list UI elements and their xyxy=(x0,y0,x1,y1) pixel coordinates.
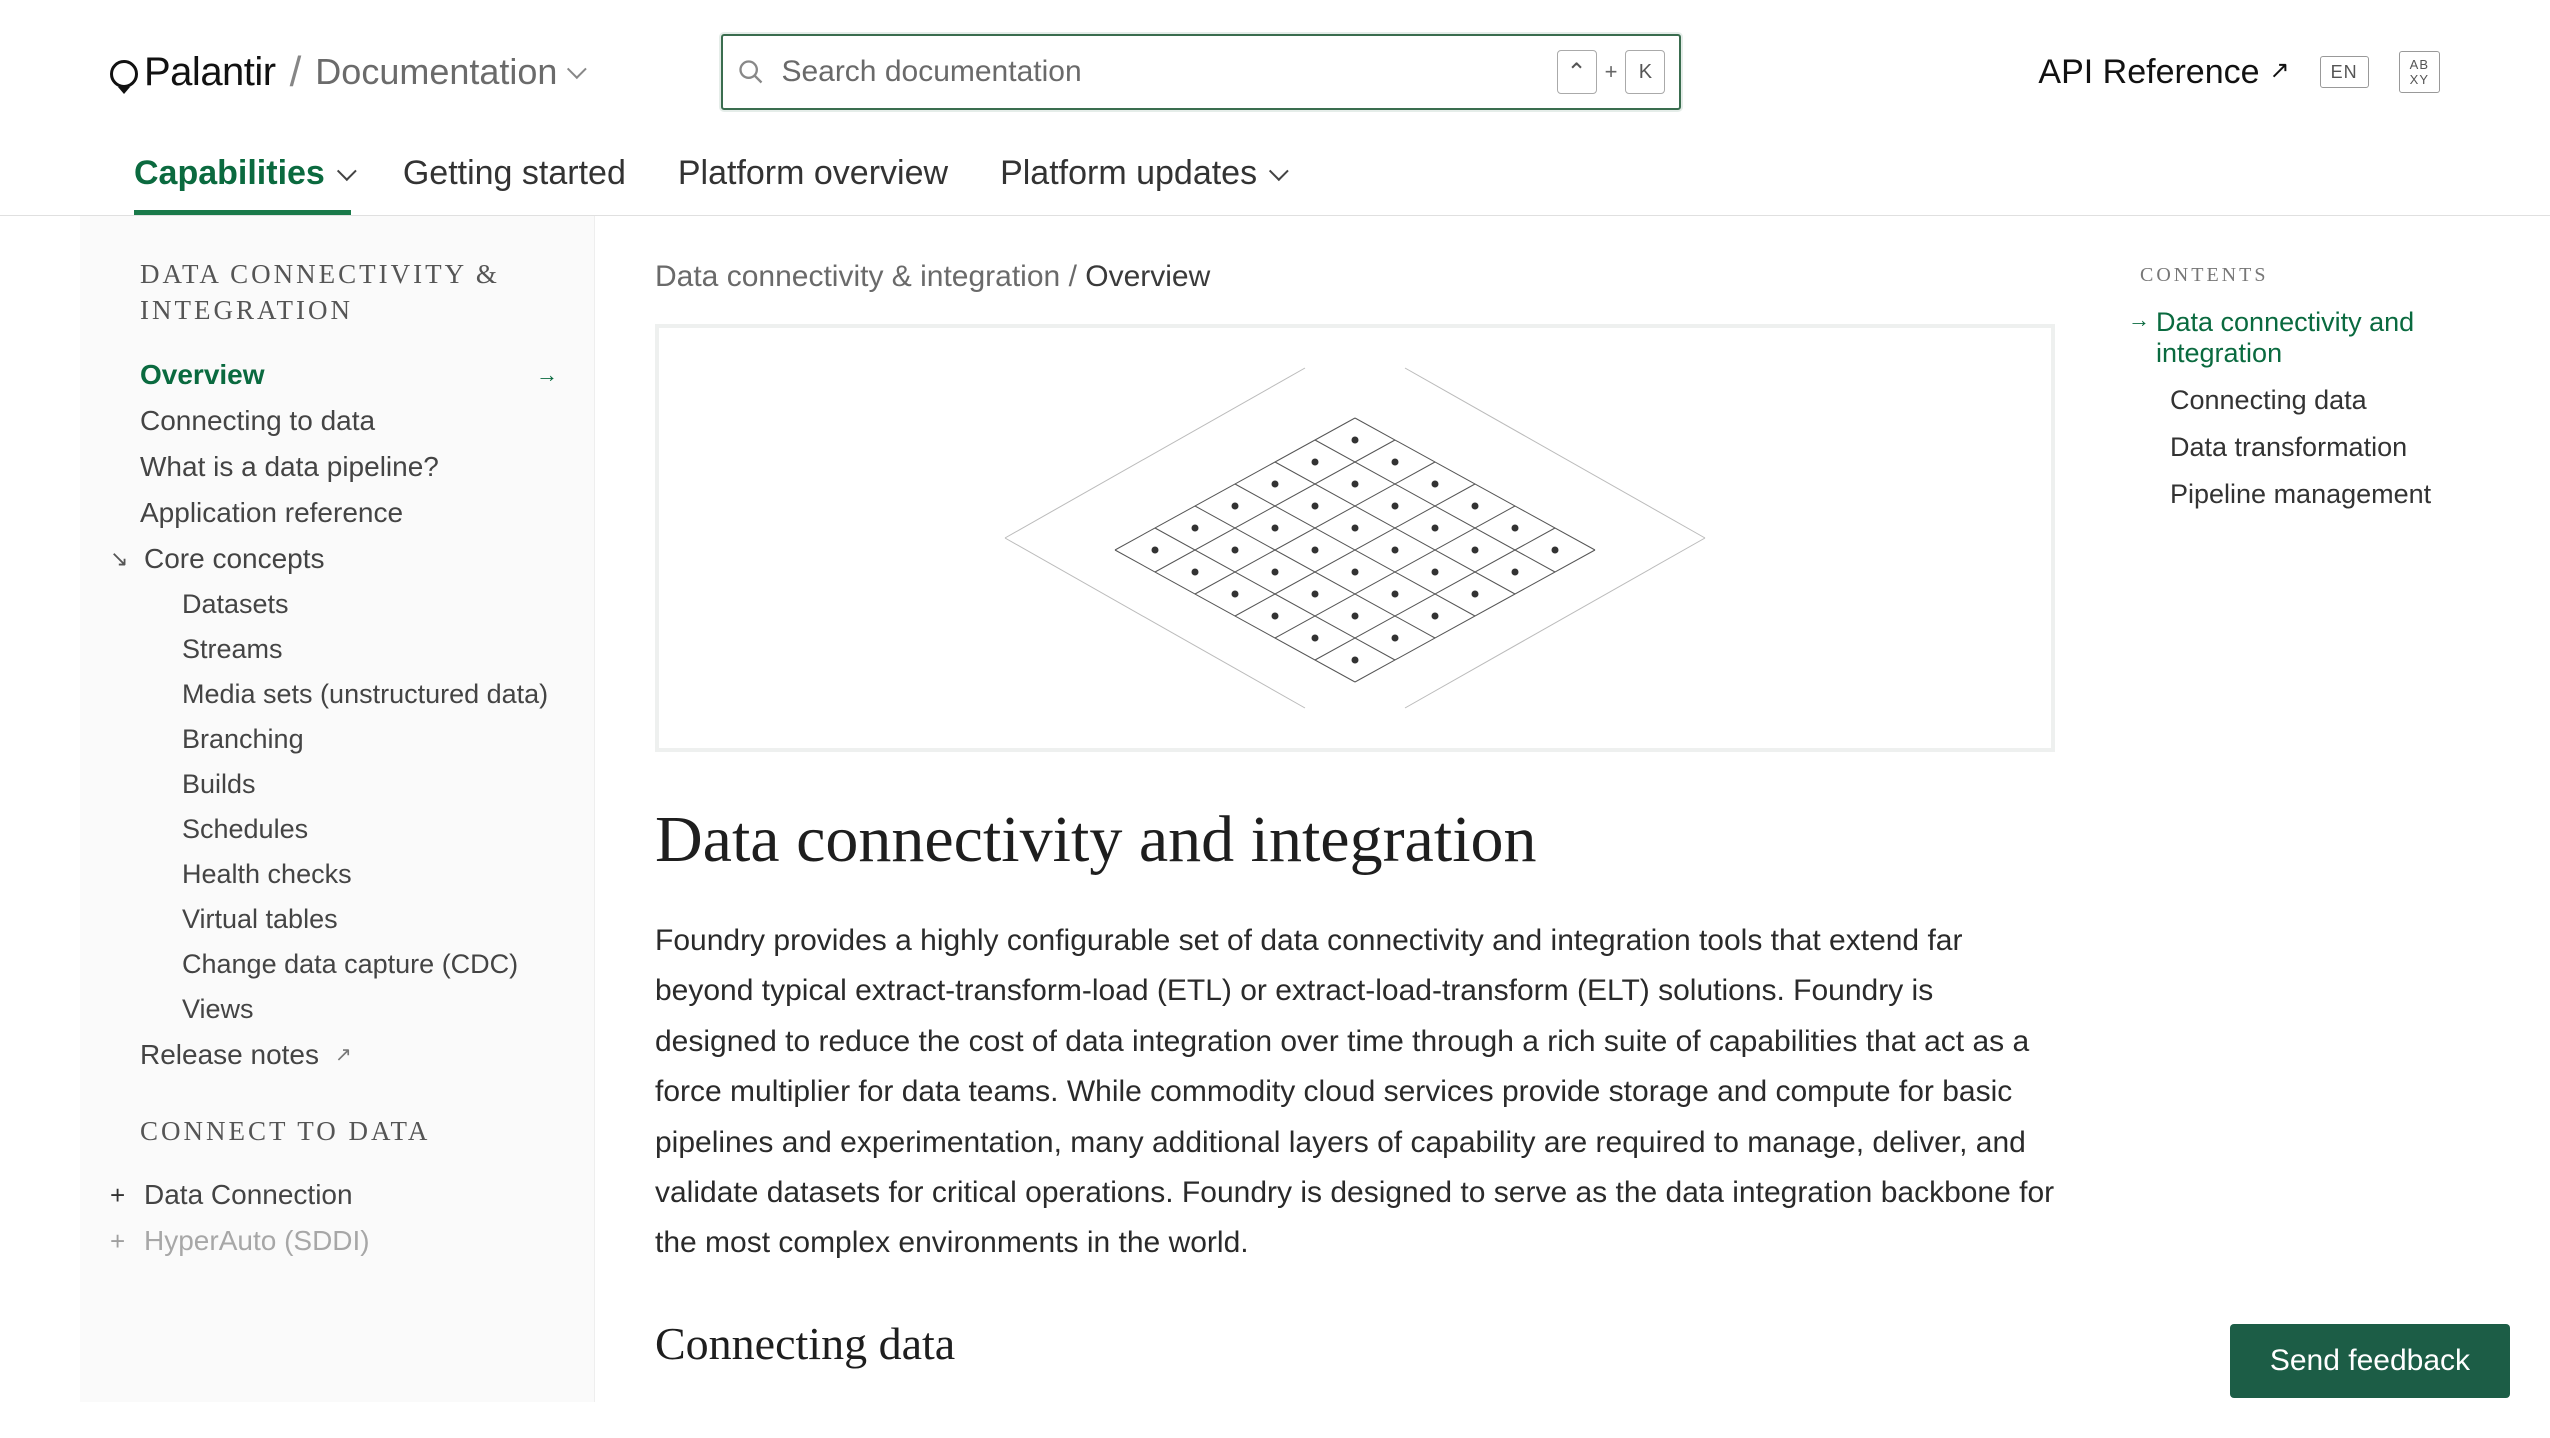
sidebar-item-label: Core concepts xyxy=(144,543,325,575)
page-body: DATA CONNECTIVITY & INTEGRATION Overview… xyxy=(0,216,2550,1402)
sidebar-list-2: + Data Connection + HyperAuto (SDDI) xyxy=(140,1179,558,1257)
plus-icon: + xyxy=(110,1180,134,1211)
toc-item-2[interactable]: Data transformation xyxy=(2140,432,2510,463)
expand-down-icon: ↘ xyxy=(110,546,134,572)
sidebar-item-hyperauto[interactable]: + HyperAuto (SDDI) xyxy=(110,1225,558,1257)
documentation-label: Documentation xyxy=(315,51,557,93)
chevron-down-icon xyxy=(567,59,587,79)
search-placeholder: Search documentation xyxy=(781,55,1556,89)
nav-capabilities[interactable]: Capabilities xyxy=(134,154,351,215)
send-feedback-button[interactable]: Send feedback xyxy=(2230,1324,2510,1398)
sidebar-item-release-notes[interactable]: Release notes ↗ xyxy=(140,1039,558,1071)
api-reference-label: API Reference xyxy=(2038,53,2259,92)
sidebar-item-pipeline[interactable]: What is a data pipeline? xyxy=(140,451,558,483)
toc-item-3[interactable]: Pipeline management xyxy=(2140,479,2510,510)
brand-logo-icon xyxy=(110,60,138,88)
nav-getting-started[interactable]: Getting started xyxy=(403,154,626,215)
sidebar-section-title: DATA CONNECTIVITY & INTEGRATION xyxy=(140,256,558,329)
brand-logo[interactable]: Palantir xyxy=(110,50,276,95)
breadcrumb-current: Overview xyxy=(1085,260,1210,293)
sidebar-item-views[interactable]: Views xyxy=(140,994,558,1025)
toc-title: CONTENTS xyxy=(2140,264,2510,287)
sidebar-item-app-ref[interactable]: Application reference xyxy=(140,497,558,529)
sidebar-section-title-2: CONNECT TO DATA xyxy=(140,1113,558,1149)
search-icon xyxy=(737,58,765,86)
language-badge[interactable]: EN xyxy=(2320,56,2369,88)
sidebar-item-label: Release notes xyxy=(140,1039,319,1071)
topbar-right: API Reference ↗ EN AB XY xyxy=(2038,51,2440,93)
toc-item-1[interactable]: Connecting data xyxy=(2140,385,2510,416)
chevron-down-icon xyxy=(337,161,357,181)
api-reference-link[interactable]: API Reference ↗ xyxy=(2038,53,2289,92)
table-of-contents: CONTENTS Data connectivity and integrati… xyxy=(2120,216,2550,1402)
external-link-icon: ↗ xyxy=(335,1042,352,1067)
topbar: Palantir / Documentation Search document… xyxy=(0,0,2550,110)
a11y-top: AB xyxy=(2410,58,2429,71)
sidebar-item-health-checks[interactable]: Health checks xyxy=(140,859,558,890)
sidebar-item-label: HyperAuto (SDDI) xyxy=(144,1225,370,1257)
breadcrumb-parent[interactable]: Data connectivity & integration xyxy=(655,260,1060,293)
toc-item-0[interactable]: Data connectivity and integration xyxy=(2140,307,2510,369)
sidebar-item-data-connection[interactable]: + Data Connection xyxy=(110,1179,558,1211)
sidebar-item-datasets[interactable]: Datasets xyxy=(140,589,558,620)
isometric-grid-icon xyxy=(865,338,1845,738)
section-heading-connecting-data: Connecting data xyxy=(655,1317,2060,1370)
sidebar-item-streams[interactable]: Streams xyxy=(140,634,558,665)
kbd-plus: + xyxy=(1605,59,1618,85)
nav-capabilities-label: Capabilities xyxy=(134,154,325,193)
arrow-right-icon: → xyxy=(536,362,558,388)
sidebar-item-cdc[interactable]: Change data capture (CDC) xyxy=(140,949,558,980)
sidebar-item-connecting[interactable]: Connecting to data xyxy=(140,405,558,437)
brand-name: Palantir xyxy=(144,50,276,95)
sidebar-item-virtual-tables[interactable]: Virtual tables xyxy=(140,904,558,935)
plus-icon: + xyxy=(110,1226,134,1257)
sidebar-item-schedules[interactable]: Schedules xyxy=(140,814,558,845)
sidebar-item-label: Data Connection xyxy=(144,1179,353,1211)
documentation-dropdown[interactable]: Documentation xyxy=(315,51,581,93)
breadcrumb-sep: / xyxy=(1069,260,1086,293)
a11y-bot: XY xyxy=(2410,73,2429,86)
search-input[interactable]: Search documentation ⌃ + K xyxy=(721,34,1681,110)
sidebar-item-overview[interactable]: Overview → xyxy=(140,359,558,391)
breadcrumb-slash: / xyxy=(290,48,302,96)
sidebar: DATA CONNECTIVITY & INTEGRATION Overview… xyxy=(80,216,595,1402)
nav-platform-overview[interactable]: Platform overview xyxy=(678,154,948,215)
keyboard-shortcut: ⌃ + K xyxy=(1557,50,1666,94)
toc-list: Data connectivity and integration Connec… xyxy=(2140,307,2510,510)
nav-platform-updates-label: Platform updates xyxy=(1000,154,1257,193)
breadcrumb: Data connectivity & integration / Overvi… xyxy=(655,260,2060,294)
sidebar-item-branching[interactable]: Branching xyxy=(140,724,558,755)
hero-illustration xyxy=(655,324,2055,752)
sidebar-item-media-sets[interactable]: Media sets (unstructured data) xyxy=(140,679,558,710)
sidebar-item-core-concepts[interactable]: ↘ Core concepts xyxy=(110,543,558,575)
kbd-k: K xyxy=(1625,50,1665,94)
nav-platform-updates[interactable]: Platform updates xyxy=(1000,154,1283,215)
chevron-down-icon xyxy=(1269,161,1289,181)
external-link-icon: ↗ xyxy=(2270,56,2290,85)
kbd-ctrl: ⌃ xyxy=(1557,50,1597,94)
article: Data connectivity & integration / Overvi… xyxy=(595,216,2120,1402)
primary-nav: Capabilities Getting started Platform ov… xyxy=(0,124,2550,216)
page-title: Data connectivity and integration xyxy=(655,802,2060,878)
sidebar-item-builds[interactable]: Builds xyxy=(140,769,558,800)
brand-block: Palantir / Documentation xyxy=(110,48,581,96)
accessibility-badge[interactable]: AB XY xyxy=(2399,51,2440,93)
sidebar-item-label: Overview xyxy=(140,359,265,391)
intro-paragraph: Foundry provides a highly configurable s… xyxy=(655,916,2055,1269)
sidebar-list: Overview → Connecting to data What is a … xyxy=(140,359,558,1071)
